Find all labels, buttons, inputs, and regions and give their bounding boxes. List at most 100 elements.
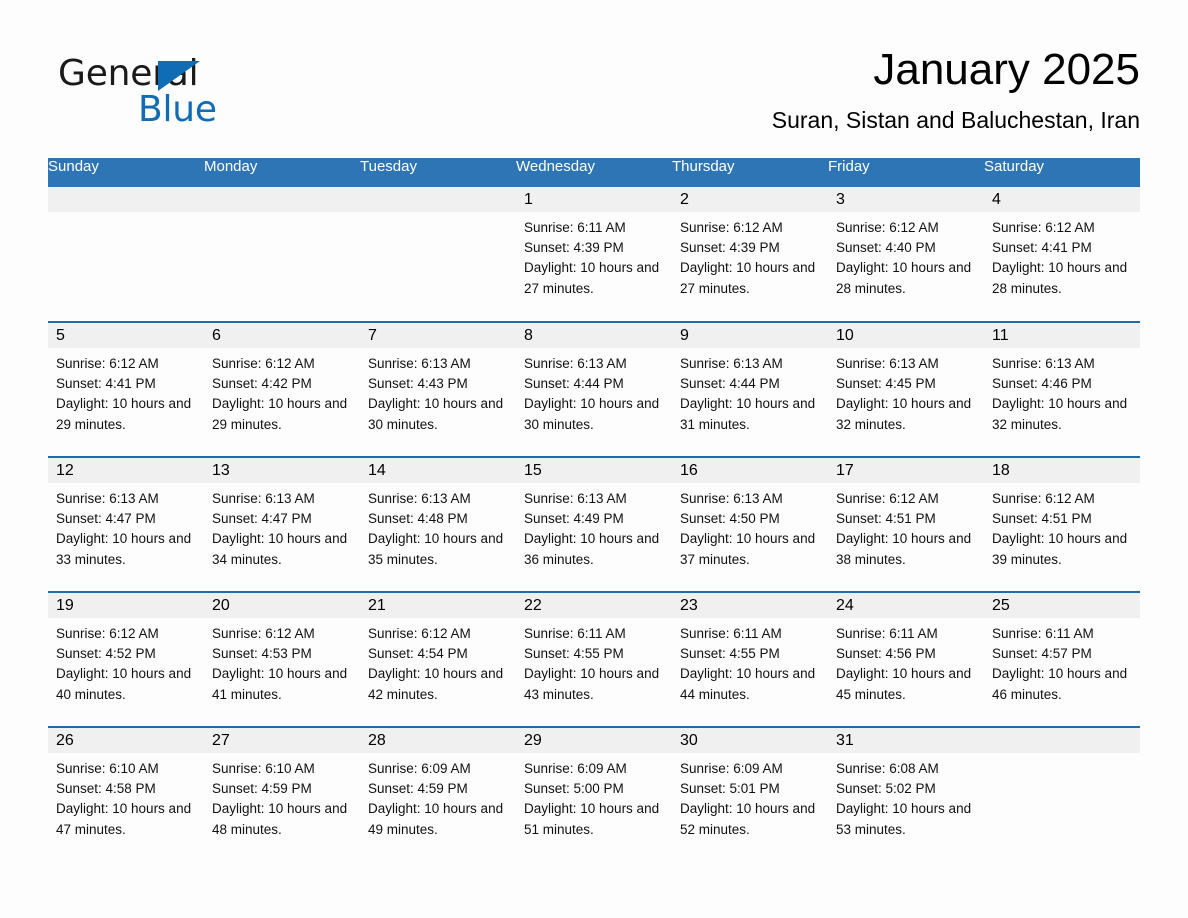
calendar-day-cell[interactable]: 12 Sunrise: 6:13 AM Sunset: 4:47 PM Dayligh… — [48, 456, 204, 592]
sunset-text: Sunset: 4:45 PM — [836, 376, 936, 392]
day-number-strip: 18 — [984, 458, 1140, 483]
day-cell-inner: 8 Sunrise: 6:13 AM Sunset: 4:44 PM Daylight… — [516, 323, 672, 456]
calendar-day-cell[interactable]: 23 Sunrise: 6:11 AM Sunset: 4:55 PM Dayligh… — [672, 591, 828, 727]
sunrise-text: Sunrise: 6:12 AM — [56, 626, 159, 641]
calendar-empty-cell — [48, 187, 204, 322]
weekday-header-thursday: Thursday — [672, 158, 828, 187]
calendar-day-cell[interactable]: 20 Sunrise: 6:12 AM Sunset: 4:53 PM Dayligh… — [204, 591, 360, 727]
calendar-week-row: 19 Sunrise: 6:12 AM Sunset: 4:52 PM Dayligh… — [48, 591, 1140, 727]
sunrise-text: Sunrise: 6:12 AM — [368, 626, 471, 641]
calendar-day-cell[interactable]: 15 Sunrise: 6:13 AM Sunset: 4:49 PM Dayligh… — [516, 456, 672, 592]
sunrise-text: Sunrise: 6:11 AM — [992, 626, 1094, 641]
calendar-day-cell[interactable]: 9 Sunrise: 6:13 AM Sunset: 4:44 PM Daylight… — [672, 321, 828, 457]
day-number-strip: 19 — [48, 593, 204, 618]
day-number-strip: 2 — [672, 187, 828, 212]
sunrise-text: Sunrise: 6:12 AM — [56, 356, 159, 371]
calendar-day-cell[interactable]: 18 Sunrise: 6:12 AM Sunset: 4:51 PM Dayligh… — [984, 456, 1140, 592]
calendar-day-cell[interactable]: 1 Sunrise: 6:11 AM Sunset: 4:39 PM Daylight… — [516, 187, 672, 322]
day-number-strip: 20 — [204, 593, 360, 618]
sunrise-text: Sunrise: 6:12 AM — [680, 220, 783, 235]
sunrise-text: Sunrise: 6:12 AM — [212, 626, 315, 641]
day-number: 13 — [212, 462, 230, 479]
day-cell-inner: 12 Sunrise: 6:13 AM Sunset: 4:47 PM Dayligh… — [48, 458, 204, 591]
sunset-text: Sunset: 4:46 PM — [992, 376, 1092, 392]
daylight-text: Daylight: 10 hours and 53 minutes. — [836, 801, 972, 837]
day-cell-inner: 28 Sunrise: 6:09 AM Sunset: 4:59 PM Dayligh… — [360, 728, 516, 861]
day-cell-inner: 25 Sunrise: 6:11 AM Sunset: 4:57 PM Dayligh… — [984, 593, 1140, 726]
day-number: 18 — [992, 462, 1010, 479]
calendar-day-cell[interactable]: 13 Sunrise: 6:13 AM Sunset: 4:47 PM Dayligh… — [204, 456, 360, 592]
calendar-day-cell[interactable]: 21 Sunrise: 6:12 AM Sunset: 4:54 PM Dayligh… — [360, 591, 516, 727]
calendar-day-cell[interactable]: 6 Sunrise: 6:12 AM Sunset: 4:42 PM Daylight… — [204, 321, 360, 457]
calendar-day-cell[interactable]: 14 Sunrise: 6:13 AM Sunset: 4:48 PM Dayligh… — [360, 456, 516, 592]
calendar-week-row: 1 Sunrise: 6:11 AM Sunset: 4:39 PM Daylight… — [48, 187, 1140, 322]
day-details: Sunrise: 6:12 AM Sunset: 4:41 PM Daylight:… — [984, 212, 1140, 299]
day-number-strip: 30 — [672, 728, 828, 753]
daylight-text: Daylight: 10 hours and 40 minutes. — [56, 666, 192, 702]
sunrise-text: Sunrise: 6:13 AM — [56, 491, 159, 506]
day-number-strip: 22 — [516, 593, 672, 618]
calendar-day-cell[interactable]: 29 Sunrise: 6:09 AM Sunset: 5:00 PM Dayligh… — [516, 726, 672, 862]
sunset-text: Sunset: 4:40 PM — [836, 240, 936, 256]
day-details: Sunrise: 6:10 AM Sunset: 4:59 PM Daylight:… — [204, 753, 360, 840]
day-number-strip: 13 — [204, 458, 360, 483]
day-cell-inner: 13 Sunrise: 6:13 AM Sunset: 4:47 PM Dayligh… — [204, 458, 360, 591]
day-details: Sunrise: 6:12 AM Sunset: 4:41 PM Daylight:… — [48, 348, 204, 435]
calendar-day-cell[interactable]: 22 Sunrise: 6:11 AM Sunset: 4:55 PM Dayligh… — [516, 591, 672, 727]
day-cell-inner: 22 Sunrise: 6:11 AM Sunset: 4:55 PM Dayligh… — [516, 593, 672, 726]
calendar-body: 1 Sunrise: 6:11 AM Sunset: 4:39 PM Daylight… — [48, 187, 1140, 862]
sunrise-text: Sunrise: 6:13 AM — [680, 356, 783, 371]
day-details: Sunrise: 6:13 AM Sunset: 4:48 PM Daylight:… — [360, 483, 516, 570]
sunrise-text: Sunrise: 6:12 AM — [992, 220, 1095, 235]
day-number: 16 — [680, 462, 698, 479]
day-details: Sunrise: 6:13 AM Sunset: 4:43 PM Daylight:… — [360, 348, 516, 435]
day-number-strip: 24 — [828, 593, 984, 618]
calendar-day-cell[interactable]: 16 Sunrise: 6:13 AM Sunset: 4:50 PM Dayligh… — [672, 456, 828, 592]
calendar-day-cell[interactable]: 31 Sunrise: 6:08 AM Sunset: 5:02 PM Dayligh… — [828, 726, 984, 862]
calendar-day-cell[interactable]: 19 Sunrise: 6:12 AM Sunset: 4:52 PM Dayligh… — [48, 591, 204, 727]
calendar-day-cell[interactable]: 10 Sunrise: 6:13 AM Sunset: 4:45 PM Dayligh… — [828, 321, 984, 457]
day-number: 3 — [836, 191, 845, 208]
day-number: 23 — [680, 597, 698, 614]
day-number-strip: 28 — [360, 728, 516, 753]
sunrise-text: Sunrise: 6:09 AM — [524, 761, 627, 776]
daylight-text: Daylight: 10 hours and 43 minutes. — [524, 666, 660, 702]
daylight-text: Daylight: 10 hours and 35 minutes. — [368, 531, 504, 567]
calendar-day-cell[interactable]: 28 Sunrise: 6:09 AM Sunset: 4:59 PM Dayligh… — [360, 726, 516, 862]
sunset-text: Sunset: 4:55 PM — [524, 646, 624, 662]
calendar-day-cell[interactable]: 25 Sunrise: 6:11 AM Sunset: 4:57 PM Dayligh… — [984, 591, 1140, 727]
sunset-text: Sunset: 4:49 PM — [524, 511, 624, 527]
day-cell-inner: 30 Sunrise: 6:09 AM Sunset: 5:01 PM Dayligh… — [672, 728, 828, 861]
calendar-day-cell[interactable]: 27 Sunrise: 6:10 AM Sunset: 4:59 PM Dayligh… — [204, 726, 360, 862]
calendar-day-cell[interactable]: 26 Sunrise: 6:10 AM Sunset: 4:58 PM Dayligh… — [48, 726, 204, 862]
calendar-day-cell[interactable]: 17 Sunrise: 6:12 AM Sunset: 4:51 PM Dayligh… — [828, 456, 984, 592]
calendar-day-cell[interactable]: 30 Sunrise: 6:09 AM Sunset: 5:01 PM Dayligh… — [672, 726, 828, 862]
sunrise-text: Sunrise: 6:12 AM — [212, 356, 315, 371]
day-cell-inner: 19 Sunrise: 6:12 AM Sunset: 4:52 PM Dayligh… — [48, 593, 204, 726]
calendar-day-cell[interactable]: 2 Sunrise: 6:12 AM Sunset: 4:39 PM Daylight… — [672, 187, 828, 322]
title-block: January 2025 Suran, Sistan and Baluchest… — [380, 42, 1140, 134]
calendar-day-cell[interactable]: 24 Sunrise: 6:11 AM Sunset: 4:56 PM Dayligh… — [828, 591, 984, 727]
day-details: Sunrise: 6:09 AM Sunset: 5:00 PM Daylight:… — [516, 753, 672, 840]
sunset-text: Sunset: 4:51 PM — [992, 511, 1092, 527]
calendar-day-cell[interactable]: 3 Sunrise: 6:12 AM Sunset: 4:40 PM Daylight… — [828, 187, 984, 322]
day-number: 4 — [992, 191, 1001, 208]
calendar-day-cell[interactable]: 8 Sunrise: 6:13 AM Sunset: 4:44 PM Daylight… — [516, 321, 672, 457]
day-cell-inner: 31 Sunrise: 6:08 AM Sunset: 5:02 PM Dayligh… — [828, 728, 984, 861]
daylight-text: Daylight: 10 hours and 46 minutes. — [992, 666, 1128, 702]
day-cell-inner: 18 Sunrise: 6:12 AM Sunset: 4:51 PM Dayligh… — [984, 458, 1140, 591]
calendar-day-cell[interactable]: 11 Sunrise: 6:13 AM Sunset: 4:46 PM Dayligh… — [984, 321, 1140, 457]
calendar-week-row: 26 Sunrise: 6:10 AM Sunset: 4:58 PM Dayligh… — [48, 726, 1140, 862]
calendar-day-cell[interactable]: 4 Sunrise: 6:12 AM Sunset: 4:41 PM Daylight… — [984, 187, 1140, 322]
sunset-text: Sunset: 4:56 PM — [836, 646, 936, 662]
day-details: Sunrise: 6:13 AM Sunset: 4:47 PM Daylight:… — [204, 483, 360, 570]
day-details: Sunrise: 6:11 AM Sunset: 4:39 PM Daylight:… — [516, 212, 672, 299]
calendar-day-cell[interactable]: 7 Sunrise: 6:13 AM Sunset: 4:43 PM Daylight… — [360, 321, 516, 457]
day-details — [48, 212, 204, 218]
day-cell-inner: 29 Sunrise: 6:09 AM Sunset: 5:00 PM Dayligh… — [516, 728, 672, 861]
calendar-day-cell[interactable]: 5 Sunrise: 6:12 AM Sunset: 4:41 PM Daylight… — [48, 321, 204, 457]
day-cell-inner: 20 Sunrise: 6:12 AM Sunset: 4:53 PM Dayligh… — [204, 593, 360, 726]
daylight-text: Daylight: 10 hours and 30 minutes. — [524, 396, 660, 432]
weekday-header-saturday: Saturday — [984, 158, 1140, 187]
general-blue-logo[interactable]: General Blue — [58, 54, 308, 134]
